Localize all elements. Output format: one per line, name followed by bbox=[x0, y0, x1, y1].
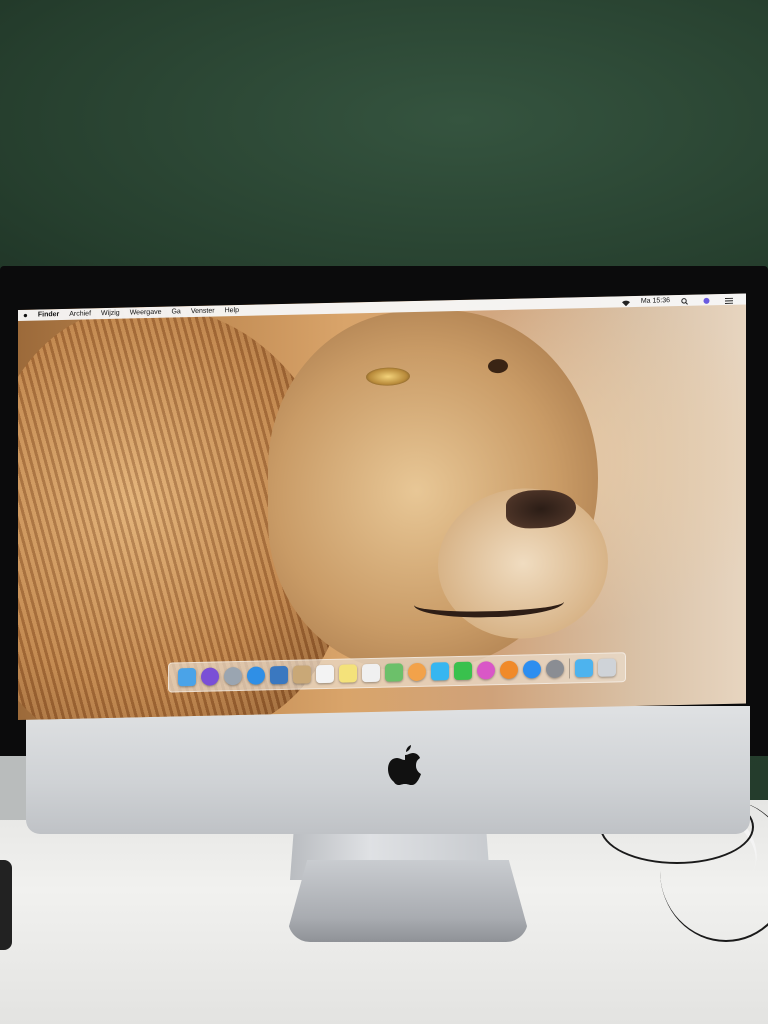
clock-text[interactable]: Ma 15:36 bbox=[639, 295, 672, 307]
menu-item-venster[interactable]: Venster bbox=[186, 305, 220, 317]
launchpad-icon[interactable] bbox=[224, 666, 242, 686]
finder-icon[interactable] bbox=[178, 667, 196, 687]
green-wall bbox=[0, 0, 768, 300]
reminders-icon[interactable] bbox=[362, 663, 380, 683]
siri-menu-icon[interactable] bbox=[698, 297, 716, 304]
menu-extras: Ma 15:36 bbox=[617, 293, 746, 307]
contacts-icon[interactable] bbox=[293, 665, 311, 684]
siri-icon[interactable] bbox=[201, 667, 219, 686]
maps-icon[interactable] bbox=[385, 663, 403, 682]
trash-icon[interactable] bbox=[598, 658, 616, 677]
photos-icon[interactable] bbox=[408, 662, 426, 682]
safari-icon[interactable] bbox=[247, 666, 265, 685]
menu-item-help[interactable]: Help bbox=[220, 305, 244, 317]
menu-item-archief[interactable]: Archief bbox=[64, 308, 96, 320]
desktop-screen: ● Finder Archief Wijzig Weergave Ga Vens… bbox=[18, 293, 746, 720]
messages-icon[interactable] bbox=[431, 662, 449, 681]
system-preferences-icon[interactable] bbox=[546, 659, 564, 679]
calendar-icon[interactable] bbox=[316, 664, 334, 684]
left-desk-object bbox=[0, 860, 12, 950]
apple-menu-icon[interactable]: ● bbox=[18, 310, 33, 321]
menu-item-finder[interactable]: Finder bbox=[33, 309, 64, 321]
facetime-icon[interactable] bbox=[454, 661, 472, 681]
itunes-icon[interactable] bbox=[477, 661, 495, 680]
dock-separator bbox=[569, 658, 570, 679]
apple-logo-icon bbox=[388, 745, 421, 785]
menu-item-ga[interactable]: Ga bbox=[166, 306, 185, 317]
app-store-icon[interactable] bbox=[523, 660, 541, 679]
menu-item-wijzig[interactable]: Wijzig bbox=[96, 308, 125, 320]
wifi-icon[interactable] bbox=[617, 299, 635, 306]
monitor-stand-base bbox=[288, 860, 528, 942]
downloads-folder-icon[interactable] bbox=[575, 658, 593, 678]
notes-icon[interactable] bbox=[339, 664, 357, 683]
menu-item-weergave[interactable]: Weergave bbox=[125, 307, 167, 319]
books-icon[interactable] bbox=[500, 660, 518, 680]
search-icon[interactable] bbox=[676, 297, 694, 305]
photo-booth-icon[interactable] bbox=[270, 665, 288, 685]
notification-center-icon[interactable] bbox=[720, 296, 738, 304]
